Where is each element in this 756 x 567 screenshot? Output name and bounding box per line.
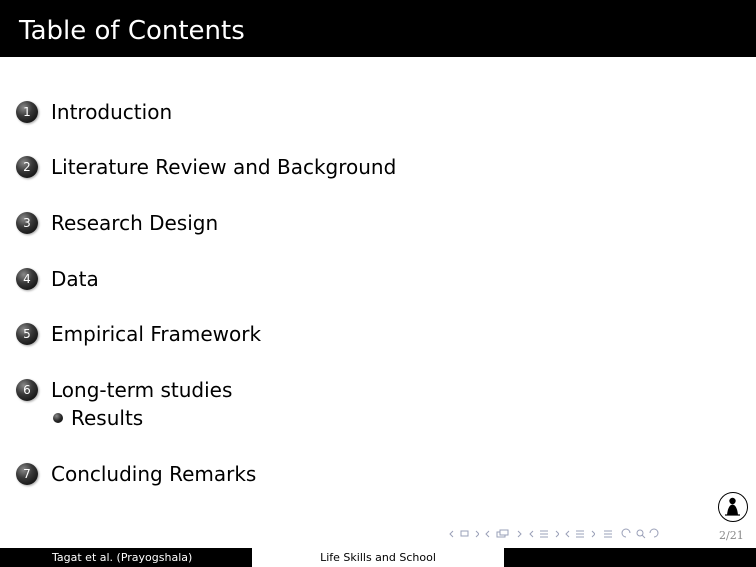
toc-number-badge: 2 <box>16 156 38 178</box>
nav-subsection-icon[interactable] <box>485 528 523 540</box>
toc-item[interactable]: 4 Data <box>16 266 99 292</box>
toc-item-label[interactable]: Research Design <box>51 210 218 236</box>
toc-item[interactable]: 7 Concluding Remarks <box>16 461 256 487</box>
frame-title: Table of Contents <box>0 0 756 57</box>
footer-right-block <box>504 548 756 567</box>
toc-item[interactable]: 3 Research Design <box>16 210 218 236</box>
toc-number-badge: 6 <box>16 379 38 401</box>
toc-item[interactable]: 1 Introduction <box>16 99 172 125</box>
footer: Tagat et al. (Prayogshala) Life Skills a… <box>0 548 756 567</box>
institution-logo-icon <box>718 492 748 522</box>
nav-section-icon[interactable] <box>529 528 559 540</box>
toc-item-label[interactable]: Long-term studies <box>51 377 232 403</box>
page-number: 2/21 <box>719 529 744 542</box>
toc-number-badge: 1 <box>16 101 38 123</box>
toc-subitem-label[interactable]: Results <box>71 405 143 431</box>
toc-number-badge: 3 <box>16 212 38 234</box>
footer-author: Tagat et al. (Prayogshala) <box>0 548 252 567</box>
toc-subitem[interactable]: Results <box>53 405 232 431</box>
toc-item[interactable]: 2 Literature Review and Background <box>16 154 396 180</box>
nav-back-search-forward-icon[interactable] <box>621 528 659 540</box>
toc-item-label[interactable]: Concluding Remarks <box>51 461 256 487</box>
footer-title: Life Skills and School <box>252 548 504 567</box>
toc-item-label[interactable]: Literature Review and Background <box>51 154 396 180</box>
toc-item[interactable]: 6 Long-term studies Results <box>16 377 232 431</box>
toc-item-label[interactable]: Data <box>51 266 99 292</box>
toc-item-label[interactable]: Introduction <box>51 99 172 125</box>
nav-frame-prev-icon[interactable] <box>449 528 479 540</box>
toc-number-badge: 4 <box>16 268 38 290</box>
nav-align-icon[interactable] <box>601 528 615 540</box>
toc-item-label[interactable]: Empirical Framework <box>51 321 261 347</box>
beamer-navigation-bar <box>449 524 659 544</box>
bullet-icon <box>53 413 63 423</box>
nav-toc-icon[interactable] <box>565 528 595 540</box>
toc-number-badge: 5 <box>16 323 38 345</box>
toc-item[interactable]: 5 Empirical Framework <box>16 321 261 347</box>
toc-number-badge: 7 <box>16 463 38 485</box>
